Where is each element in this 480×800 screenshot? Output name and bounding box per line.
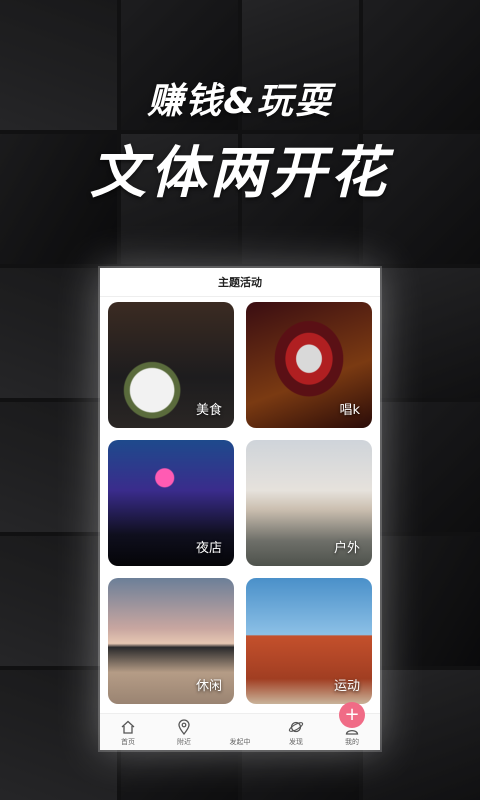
- bottom-tab-bar: 首页 附近 + 发起中 发现 我的: [100, 702, 380, 750]
- tab-nearby[interactable]: 附近: [156, 714, 212, 750]
- planet-icon: [288, 721, 304, 733]
- category-card-outdoor[interactable]: 户外: [246, 440, 372, 566]
- category-label: 唱k: [339, 403, 360, 418]
- category-label: 休闲: [195, 679, 222, 694]
- promo-headline-1: 赚钱&玩耍: [147, 81, 333, 122]
- category-label: 运动: [333, 679, 360, 694]
- tab-publish[interactable]: + 发起中: [212, 702, 365, 750]
- category-label: 美食: [195, 403, 222, 418]
- promo-headline-2: 文体两开花: [90, 141, 390, 206]
- category-label: 户外: [333, 541, 360, 556]
- phone-mockup: 主题活动 美食 唱k 夜店 户外 休闲 运动 首页 附近 + 发起中 发现 我的: [100, 268, 380, 750]
- plus-icon[interactable]: +: [339, 702, 365, 728]
- category-grid: 美食 唱k 夜店 户外 休闲 运动: [108, 302, 372, 704]
- tab-label: 首页: [121, 738, 135, 746]
- category-card-karaoke[interactable]: 唱k: [246, 302, 372, 428]
- tab-label: 附近: [177, 738, 191, 746]
- category-card-food[interactable]: 美食: [108, 302, 234, 428]
- category-label: 夜店: [195, 541, 222, 556]
- home-icon: [121, 720, 135, 734]
- location-pin-icon: [178, 719, 190, 735]
- tab-label: 我的: [345, 738, 359, 746]
- tab-label: 发现: [289, 738, 303, 746]
- tab-home[interactable]: 首页: [100, 714, 156, 750]
- category-card-nightclub[interactable]: 夜店: [108, 440, 234, 566]
- category-card-sports[interactable]: 运动: [246, 578, 372, 704]
- tab-label: 发起中: [229, 738, 251, 746]
- category-card-leisure[interactable]: 休闲: [108, 578, 234, 704]
- page-title: 主题活动: [100, 268, 380, 297]
- tab-discover[interactable]: 发现: [268, 714, 324, 750]
